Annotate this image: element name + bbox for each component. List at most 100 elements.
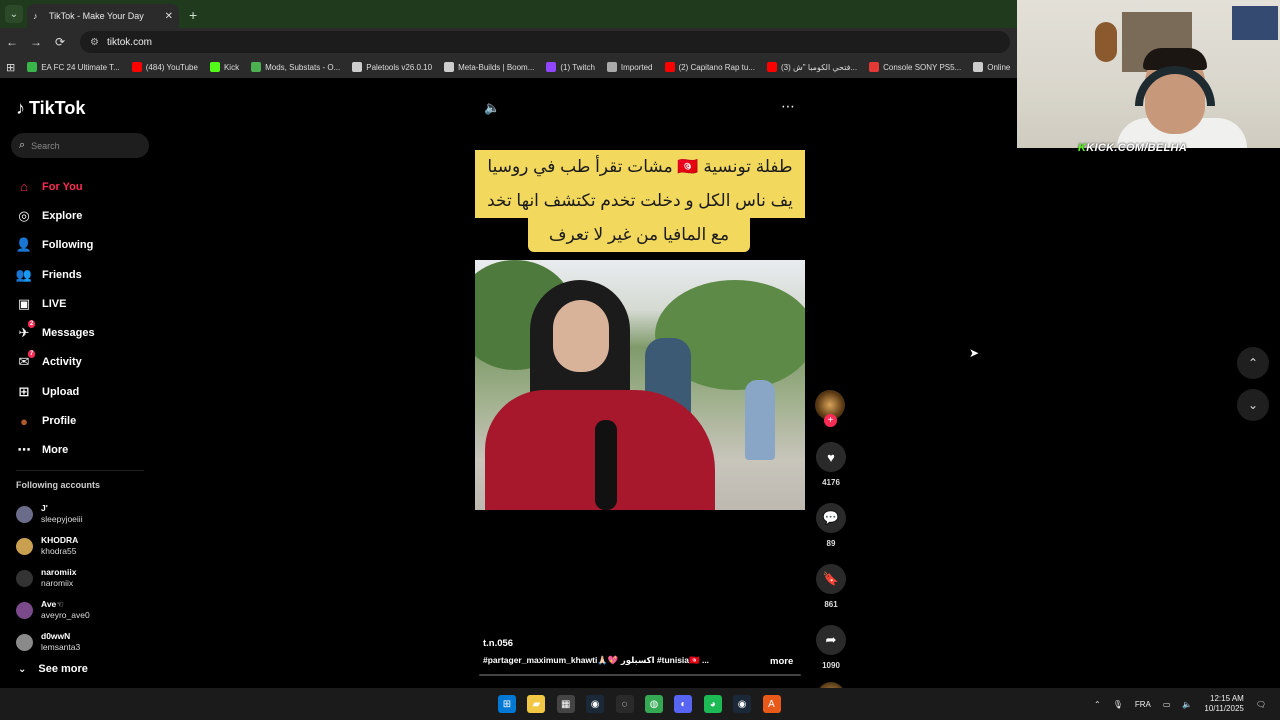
bookmark-item[interactable]: (484) YouTube [131,62,198,72]
language-indicator[interactable]: FRA [1135,700,1151,709]
reload-button[interactable]: ⟳ [48,35,72,49]
tab-close-icon[interactable]: ✕ [165,11,173,22]
face-shape [553,300,609,372]
microphone-icon[interactable]: 🎙 [1113,700,1123,709]
discord-icon[interactable]: ◐ [674,695,693,713]
next-video-button[interactable]: ⌄ [1237,389,1269,421]
bookmark-icon[interactable]: 🔖 [816,564,846,594]
taskbar-apps: ⊞ ▰ ▦ ◉ ◌ ◍ ◐ ◕ ◉ A [498,695,792,713]
following-account-item[interactable]: KHODRA khodra55 [16,530,90,562]
tray-chevron-icon[interactable]: ⌃ [1094,700,1101,709]
avatar [16,569,33,587]
bookmark-favicon-icon [251,62,262,72]
site-info-icon[interactable]: ⚙ [90,37,99,48]
sidebar-item-label: Explore [42,209,83,222]
account-display-name: Ave☜ [41,599,64,609]
sidebar: ♪ TikTok ⌕ Search ⌂ For You ◎ Explore 👤 Follo… [0,78,160,688]
tab-search-chevron-icon[interactable]: ⌄ [5,5,23,23]
store-icon[interactable]: ▦ [556,695,575,713]
video-player[interactable]: 🔈 ⋯ طفلة تونسية 🇹🇳 مشات تقرأ طب في روسيا… [475,78,805,678]
like-action: ♥ 4176 [815,442,847,487]
bookmark-label: (484) YouTube [145,62,198,72]
apps-grid-icon[interactable]: ⊞ [6,61,15,74]
account-username: naromiix [41,578,74,588]
following-account-item[interactable]: d0wwN lemsanta3 [16,626,90,658]
video-hashtags[interactable]: #partager_maximum_khawti🙏🏻💖 اكسبلور #tun… [483,655,733,666]
tiktok-logo[interactable]: ♪ TikTok [16,98,85,119]
comment-icon[interactable]: 💬 [816,503,846,533]
sidebar-item-live[interactable]: ▣ LIVE [16,289,95,318]
account-display-name: d0wwN [41,631,71,641]
new-tab-button[interactable]: + [189,7,197,23]
bookmark-favicon-icon [606,62,617,72]
follow-plus-icon[interactable]: + [824,414,837,427]
sidebar-item-upload[interactable]: ⊞ Upload [16,377,95,406]
back-button[interactable]: ← [0,35,24,49]
tiktok-note-icon: ♪ [16,98,25,118]
sidebar-item-for-you[interactable]: ⌂ For You [16,172,95,201]
caption-more-link[interactable]: more [770,656,793,667]
bookmark-item[interactable]: Kick [209,62,239,72]
sidebar-item-more[interactable]: ⋯ More [16,436,95,465]
bookmark-label: (1) Twitch [560,62,595,72]
bookmark-item[interactable]: Meta-Builds | Boom... [444,62,534,72]
windows-taskbar: ⊞ ▰ ▦ ◉ ◌ ◍ ◐ ◕ ◉ A ⌃ 🎙 FRA ▭ 🔈 12:15 AM 10/11/20… [0,688,1280,720]
forward-button[interactable]: → [24,35,48,49]
bookmark-item[interactable]: Mods, Substats - O... [251,62,340,72]
clock[interactable]: 12:15 AM 10/11/2025 [1204,694,1243,714]
bookmark-item[interactable]: (3) فتحي الكومبا "ش... [766,62,857,72]
sidebar-item-friends[interactable]: 👥 Friends [16,260,95,289]
spotify-icon[interactable]: ◕ [703,695,722,713]
search-input[interactable]: ⌕ Search [11,133,149,158]
steam-icon[interactable]: ◉ [586,695,605,713]
video-progress-bar[interactable] [479,674,801,676]
account-username: khodra55 [41,546,77,556]
bookmark-item[interactable]: (1) Twitch [546,62,595,72]
bookmark-item[interactable]: EA FC 24 Ultimate T... [27,62,120,72]
see-more-label: See more [38,663,88,675]
bookmark-item[interactable]: Console SONY PS5... [869,62,961,72]
sidebar-item-messages[interactable]: ✈ 2 Messages [16,318,95,347]
home-icon: ⌂ [20,179,28,195]
previous-video-button[interactable]: ⌃ [1237,347,1269,379]
heart-icon[interactable]: ♥ [816,442,846,472]
following-account-item[interactable]: Ave☜ aveyro_ave0 [16,594,90,626]
caption-line: يف ناس الكل و دخلت تخدم تكتشف انها تخد [475,184,805,218]
browser-tab[interactable]: ♪ TikTok - Make Your Day ✕ [27,4,179,28]
bookmark-item[interactable]: Paletools v26.0.10 [352,62,432,72]
following-account-item[interactable]: J' sleepyjoeiii [16,498,90,530]
windows-start-icon[interactable]: ⊞ [498,695,516,713]
volume-icon[interactable]: 🔈 [484,100,500,116]
file-explorer-icon[interactable]: ▰ [527,695,546,713]
creator-avatar[interactable]: + [815,390,845,427]
sidebar-item-activity[interactable]: ✉ 7 Activity [16,348,95,377]
following-account-item[interactable]: naromiix naromiix [16,562,90,594]
video-author[interactable]: t.n.056 [483,638,733,649]
url-text: tiktok.com [106,36,152,48]
obs-icon[interactable]: ◌ [615,695,634,713]
sidebar-item-profile[interactable]: ● Profile [16,406,95,435]
bookmark-item[interactable]: (2) Capitano Rap tu... [664,62,755,72]
sidebar-item-label: For You [42,180,83,193]
upload-icon: ⊞ [18,383,30,399]
bookmark-label: Console SONY PS5... [883,62,962,72]
bookmark-item[interactable]: Online [973,62,1010,72]
logo-text: TikTok [29,98,86,118]
bookmark-label: (2) Capitano Rap tu... [678,62,755,72]
microphone-shape [595,420,617,510]
address-bar[interactable]: ⚙ tiktok.com [80,31,1010,53]
sidebar-item-following[interactable]: 👤 Following [16,231,95,260]
see-more-button[interactable]: ⌄ See more [18,663,88,675]
notification-icon[interactable]: 🗨 [1256,700,1266,709]
bookmark-favicon-icon [869,62,880,72]
network-icon[interactable]: ▭ [1163,700,1171,709]
app-a-icon[interactable]: A [762,695,781,713]
bookmark-item[interactable]: Imported [606,62,653,72]
steam-alt-icon[interactable]: ◉ [733,695,752,713]
share-icon[interactable]: ➦ [816,625,846,655]
speaker-icon[interactable]: 🔈 [1182,700,1192,709]
more-options-icon[interactable]: ⋯ [781,98,795,115]
sidebar-item-explore[interactable]: ◎ Explore [16,201,95,230]
chrome-icon[interactable]: ◍ [644,695,663,713]
kick-logo-icon: K [1078,142,1087,154]
